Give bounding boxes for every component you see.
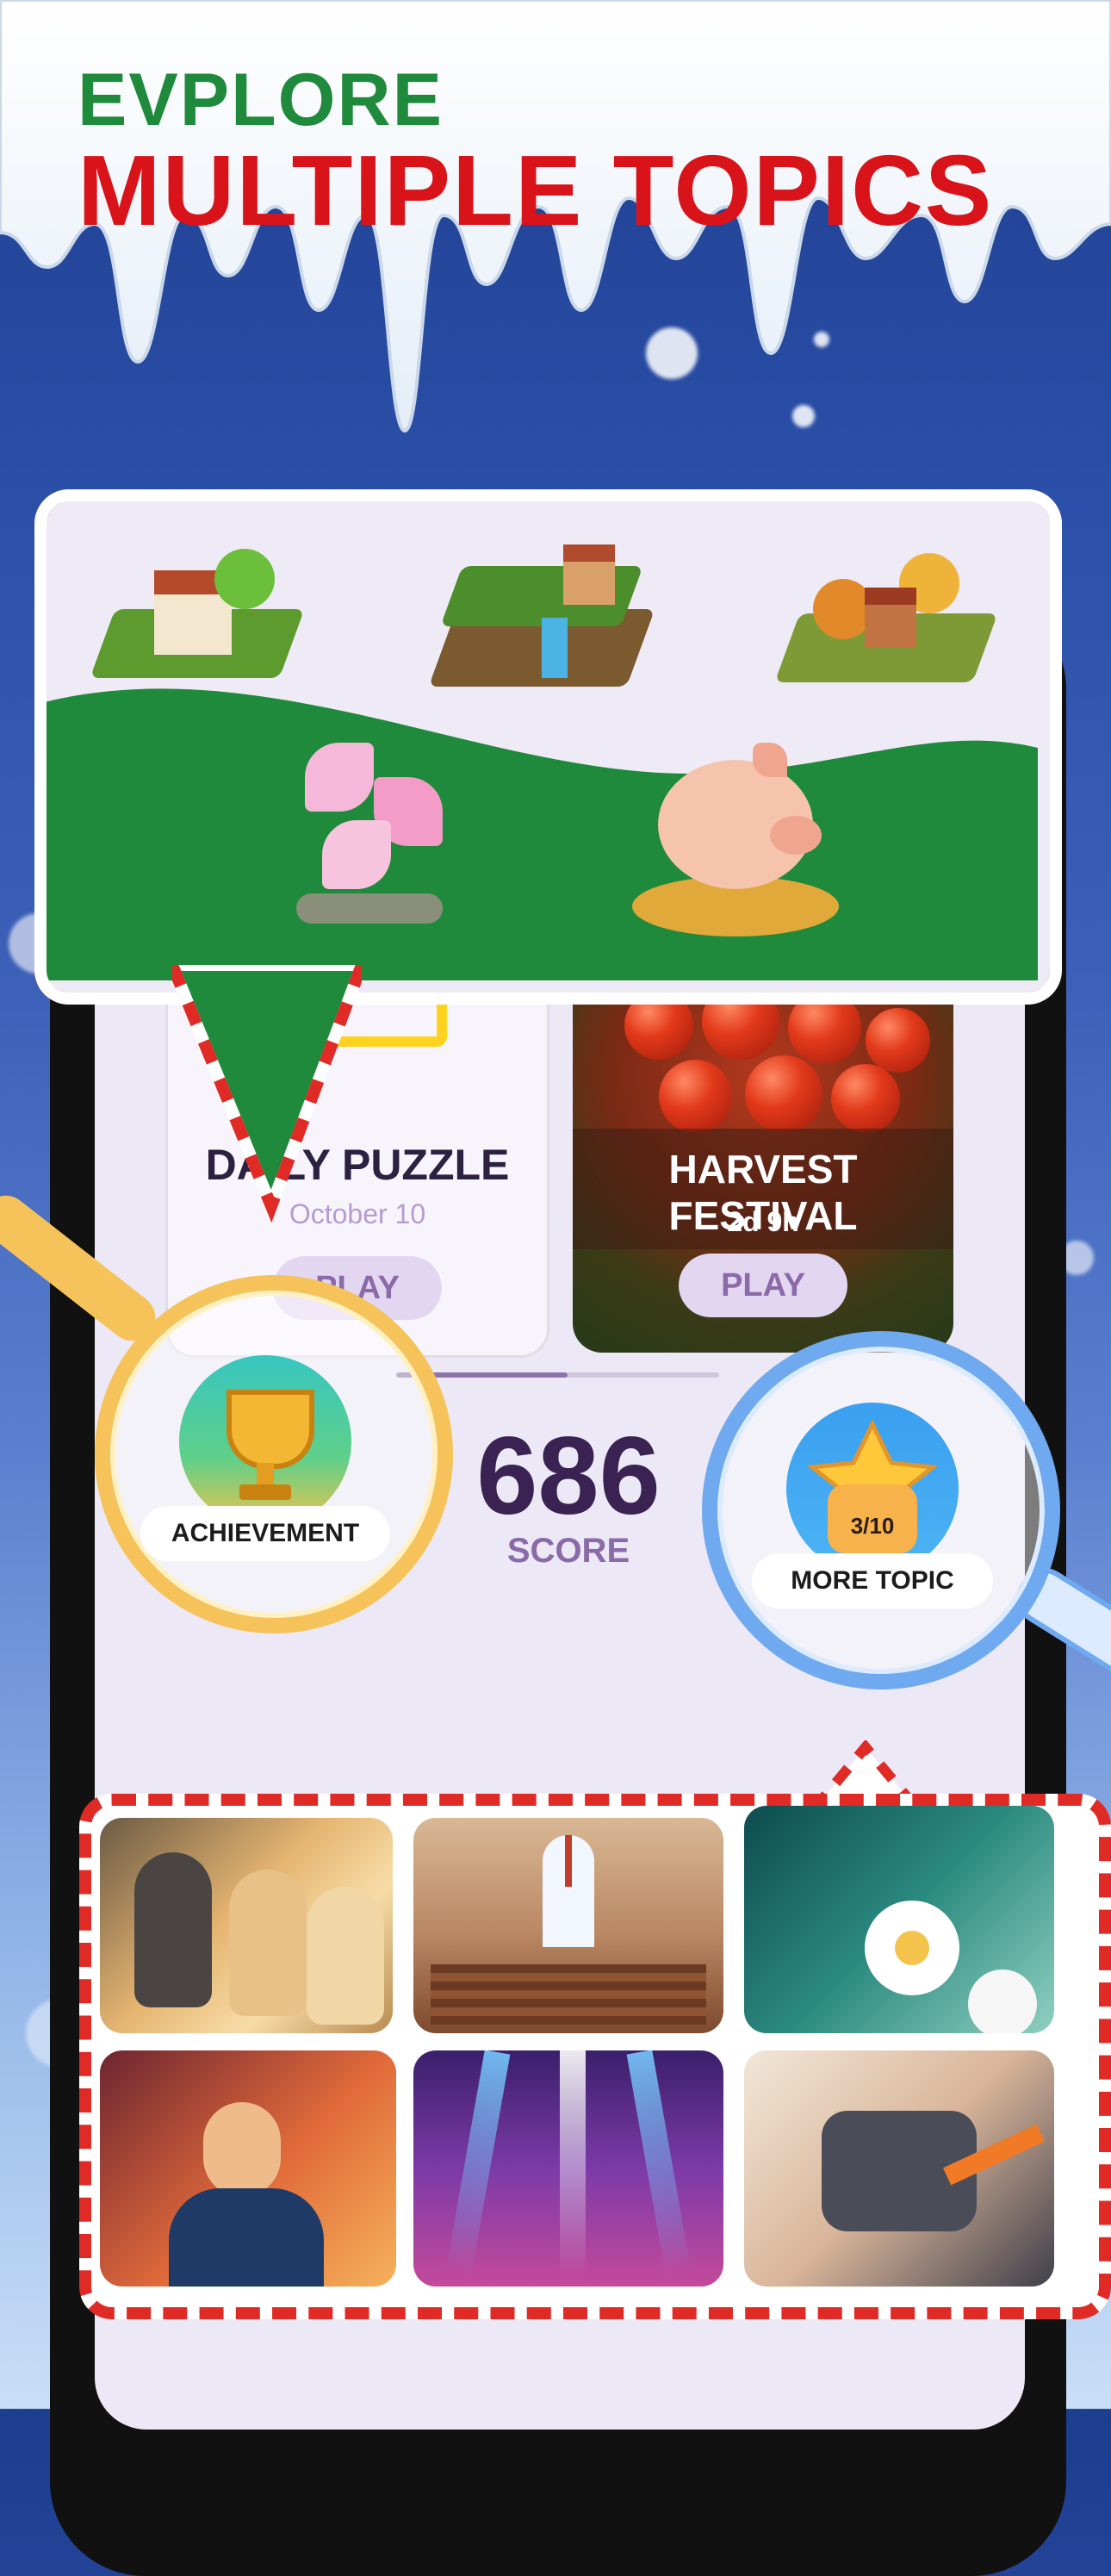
lily-flowers[interactable] [279, 725, 460, 932]
more-topic-label: MORE TOPIC [752, 1553, 993, 1608]
topic-tile-robot[interactable] [744, 2050, 1054, 2287]
tomato-image [745, 1055, 822, 1133]
harvest-play-button[interactable]: PLAY [679, 1254, 847, 1317]
tomato-image [659, 1060, 732, 1133]
topic-tile-concert-stage[interactable] [413, 2050, 723, 2287]
topic-count: 3/10 [850, 1513, 895, 1539]
topics-popover [34, 489, 1062, 1005]
piggy-bank-coins[interactable] [624, 734, 847, 949]
headline-line2: MULTIPLE TOPICS [78, 134, 994, 246]
tomato-image [831, 1064, 900, 1133]
star-icon: 3/10 [786, 1403, 959, 1575]
waterfall-village-island[interactable] [428, 532, 655, 695]
achievement-magnifier[interactable]: ACHIEVEMENT [95, 1275, 453, 1633]
topic-grid-panel [79, 1794, 1111, 2319]
headline: EVPLORE MULTIPLE TOPICS [78, 60, 993, 241]
tomato-image [866, 1008, 930, 1073]
score-value: 686 [476, 1415, 661, 1538]
autumn-village-island[interactable] [774, 536, 998, 700]
harvest-countdown: 2d 9h [727, 1206, 799, 1237]
trophy-icon [179, 1355, 351, 1528]
topic-tile-cathedral[interactable] [413, 1818, 723, 2033]
popover-tail [172, 965, 362, 1223]
headline-line1: EVPLORE [78, 59, 444, 141]
achievement-label: ACHIEVEMENT [140, 1506, 390, 1561]
score-label: SCORE [506, 1532, 630, 1570]
harvest-festival-card[interactable]: HARVEST FESTIVAL 2d 9h PLAY [573, 956, 953, 1353]
progress-bar [396, 1372, 719, 1378]
topic-tile-daisies[interactable] [744, 1806, 1054, 2033]
farmhouse-island[interactable] [90, 540, 305, 687]
topic-tile-singer[interactable] [100, 2050, 396, 2287]
more-topic-magnifier[interactable]: 3/10 MORE TOPIC [702, 1331, 1060, 1689]
topic-tile-dogs[interactable] [100, 1818, 393, 2033]
